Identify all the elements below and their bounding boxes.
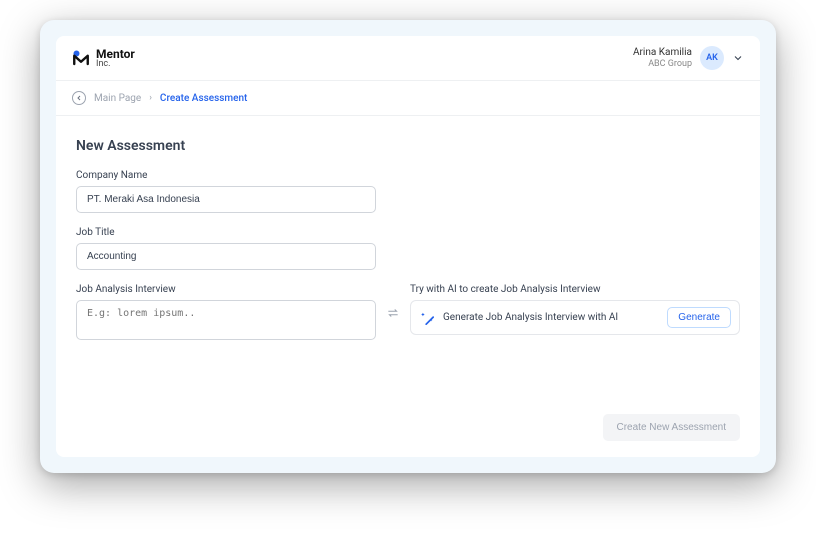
user-text: Arina Kamilia ABC Group: [633, 47, 692, 70]
ai-card: Generate Job Analysis Interview with AI …: [410, 300, 740, 335]
jai-field: Job Analysis Interview: [76, 284, 376, 344]
company-field: Company Name: [76, 170, 740, 213]
app-content: Mentor Inc. Arina Kamilia ABC Group AK M: [56, 36, 760, 457]
jai-label: Job Analysis Interview: [76, 284, 376, 295]
back-button[interactable]: [72, 91, 86, 105]
brand: Mentor Inc.: [72, 48, 135, 69]
jai-textarea[interactable]: [76, 300, 376, 340]
create-assessment-button[interactable]: Create New Assessment: [603, 414, 741, 441]
company-label: Company Name: [76, 170, 740, 181]
form: New Assessment Company Name Job Title Jo…: [56, 116, 760, 457]
magic-wand-icon: [419, 310, 435, 326]
brand-logo: [72, 49, 90, 67]
breadcrumb-main[interactable]: Main Page: [94, 93, 141, 104]
brand-text: Mentor Inc.: [96, 48, 135, 69]
user-name: Arina Kamilia: [633, 47, 692, 59]
company-input[interactable]: [76, 186, 376, 213]
page-title: New Assessment: [76, 138, 740, 154]
jai-row: Job Analysis Interview Try with AI to cr…: [76, 284, 740, 344]
user-org: ABC Group: [633, 59, 692, 70]
header: Mentor Inc. Arina Kamilia ABC Group AK: [56, 36, 760, 81]
ai-card-text: Generate Job Analysis Interview with AI: [443, 312, 659, 323]
form-footer: Create New Assessment: [76, 344, 740, 441]
jobtitle-label: Job Title: [76, 227, 740, 238]
jobtitle-input[interactable]: [76, 243, 376, 270]
brand-sub: Inc.: [96, 60, 135, 69]
chevron-down-icon: [732, 52, 744, 64]
ai-column: Try with AI to create Job Analysis Inter…: [410, 284, 740, 335]
generate-button[interactable]: Generate: [667, 307, 731, 328]
swap-icon: [386, 306, 400, 320]
brand-name: Mentor: [96, 48, 135, 60]
ai-hint: Try with AI to create Job Analysis Inter…: [410, 284, 740, 295]
jobtitle-field: Job Title: [76, 227, 740, 270]
user-menu[interactable]: Arina Kamilia ABC Group AK: [633, 46, 744, 70]
avatar: AK: [700, 46, 724, 70]
breadcrumb: Main Page › Create Assessment: [56, 81, 760, 116]
breadcrumb-current: Create Assessment: [160, 93, 247, 104]
app-window: Mentor Inc. Arina Kamilia ABC Group AK M: [40, 20, 776, 473]
chevron-right-icon: ›: [149, 93, 152, 103]
